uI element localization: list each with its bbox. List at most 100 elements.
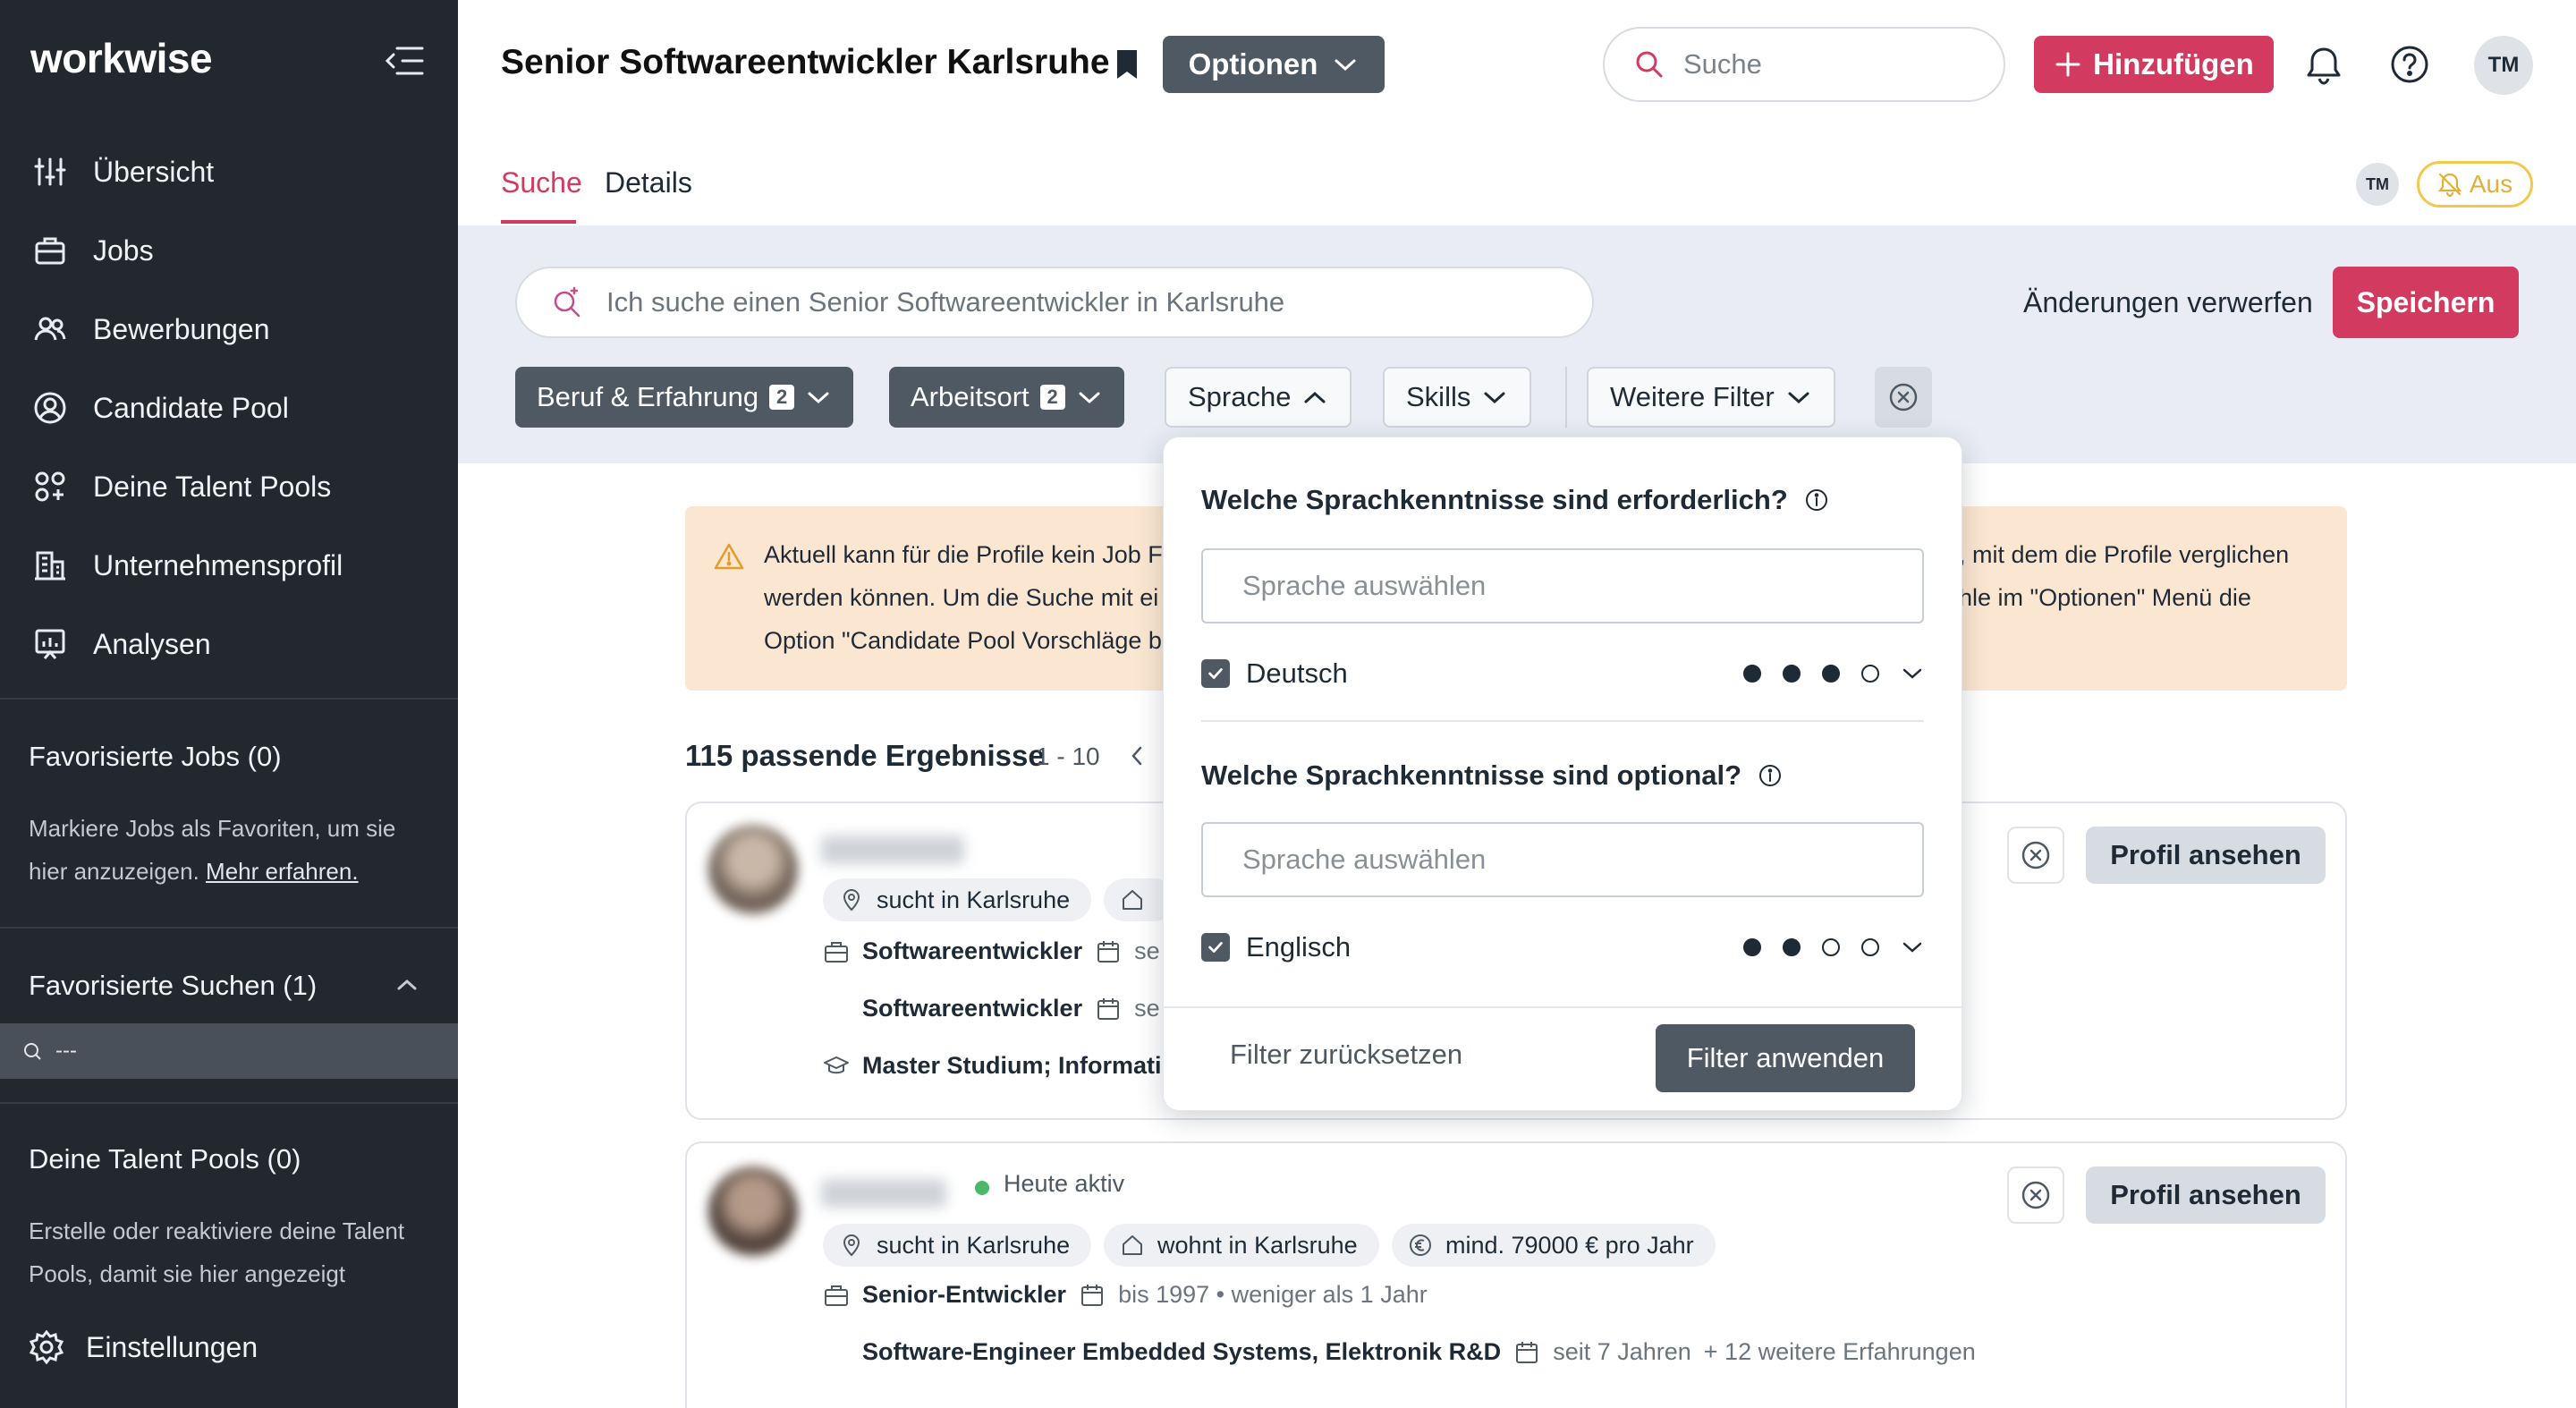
filter-weitere[interactable]: Weitere Filter	[1587, 367, 1835, 428]
home-icon	[1120, 887, 1145, 912]
options-label: Optionen	[1188, 47, 1318, 81]
plus-icon	[2054, 50, 2082, 79]
sidebar-nav: Übersicht Jobs Bewerbungen Candidate Poo…	[0, 132, 458, 683]
home-icon	[1120, 1233, 1145, 1258]
optional-language-level[interactable]	[1743, 938, 1924, 956]
optional-language-select[interactable]: Sprache auswählen	[1201, 822, 1924, 897]
filter-label: Weitere Filter	[1610, 381, 1775, 412]
dismiss-candidate-button[interactable]	[2007, 827, 2064, 884]
favorite-searches-title: Favorisierte Suchen (1)	[29, 970, 318, 1001]
required-language-checkbox[interactable]	[1201, 659, 1230, 688]
language-filter-dropdown: Welche Sprachkenntnisse sind erforderlic…	[1163, 437, 1963, 1111]
warning-text: Aktuell kann für die Profile kein Job F …	[764, 541, 1163, 654]
bookmark-icon[interactable]	[1114, 48, 1140, 81]
level-dot[interactable]	[1783, 938, 1801, 956]
options-button[interactable]: Optionen	[1163, 36, 1385, 93]
residence-pill: wohnt in Karlsruhe	[1104, 1224, 1379, 1267]
filter-arbeitsort[interactable]: Arbeitsort 2	[889, 367, 1124, 428]
level-dot[interactable]	[1861, 665, 1879, 683]
required-language-level[interactable]	[1743, 665, 1924, 683]
level-dot[interactable]	[1822, 665, 1840, 683]
add-button[interactable]: Hinzufügen	[2034, 36, 2274, 93]
sidebar-divider	[0, 698, 458, 700]
sliders-icon	[32, 154, 68, 190]
filter-divider	[1565, 367, 1567, 428]
learn-more-link[interactable]: Mehr erfahren.	[206, 858, 359, 885]
calendar-icon	[1095, 938, 1122, 965]
sidebar-item-label: Candidate Pool	[93, 391, 289, 424]
sidebar-item-label: Analysen	[93, 627, 211, 660]
required-language-item: Deutsch	[1201, 656, 1924, 691]
sidebar-item-unternehmensprofil[interactable]: Unternehmensprofil	[0, 526, 458, 605]
experience-duration: bis 1997 • weniger als 1 Jahr	[1118, 1281, 1428, 1308]
filter-panel	[458, 225, 2576, 463]
optional-language-name: Englisch	[1246, 931, 1352, 963]
sidebar: workwise Übersicht Jobs Bewerbungen Cand…	[0, 0, 458, 1408]
search-input[interactable]: Suche	[1603, 27, 2005, 102]
sparkle-search-icon	[549, 284, 585, 320]
required-language-placeholder: Sprache auswählen	[1242, 570, 1487, 601]
workwise-logo[interactable]: workwise	[30, 34, 213, 82]
view-profile-button[interactable]: Profil ansehen	[2086, 827, 2326, 884]
filter-count-badge: 2	[769, 385, 795, 410]
settings-button[interactable]: Einstellungen	[29, 1329, 258, 1365]
results-count: 115 passende Ergebnisse	[685, 739, 1045, 772]
filter-sprache[interactable]: Sprache	[1165, 367, 1352, 428]
sidebar-item-label: Deine Talent Pools	[93, 470, 332, 503]
saved-search-item[interactable]: ---	[0, 1023, 458, 1079]
view-profile-button[interactable]: Profil ansehen	[2086, 1166, 2326, 1224]
clear-filters-button[interactable]	[1875, 367, 1932, 428]
location-pill: sucht in Karlsruhe	[823, 1224, 1092, 1267]
talent-pools-title: Deine Talent Pools (0)	[29, 1143, 301, 1175]
tab-suche[interactable]: Suche	[501, 166, 582, 199]
tab-details[interactable]: Details	[605, 166, 692, 199]
apply-filter-button[interactable]: Filter anwenden	[1656, 1024, 1915, 1092]
user-avatar[interactable]: TM	[2474, 36, 2533, 95]
sidebar-item-candidate-pool[interactable]: Candidate Pool	[0, 369, 458, 447]
sidebar-item-bewerbungen[interactable]: Bewerbungen	[0, 290, 458, 369]
level-dot[interactable]	[1861, 938, 1879, 956]
required-language-select[interactable]: Sprache auswählen	[1201, 548, 1924, 623]
sidebar-item-uebersicht[interactable]: Übersicht	[0, 132, 458, 211]
close-circle-icon	[2021, 1180, 2051, 1210]
candidate-card[interactable]: Heute aktiv sucht in Karlsruhe wohnt in …	[685, 1141, 2347, 1408]
filter-skills[interactable]: Skills	[1383, 367, 1532, 428]
chevron-up-icon[interactable]	[394, 975, 420, 995]
required-language-name: Deutsch	[1246, 657, 1348, 689]
ai-search-input[interactable]: Ich suche einen Senior Softwareentwickle…	[515, 267, 1594, 338]
info-icon[interactable]	[1804, 488, 1829, 513]
optional-language-checkbox[interactable]	[1201, 933, 1230, 962]
experience-row: Softwareentwickler se	[862, 995, 1160, 1022]
filter-beruf-erfahrung[interactable]: Beruf & Erfahrung 2	[515, 367, 854, 428]
sidebar-item-label: Übersicht	[93, 155, 215, 188]
sidebar-item-analysen[interactable]: Analysen	[0, 605, 458, 683]
bell-icon[interactable]	[2304, 45, 2343, 86]
calendar-icon	[1095, 996, 1122, 1022]
experience-title: Softwareentwickler	[862, 937, 1083, 964]
talent-pools-hint: Erstelle oder reaktiviere deine Talent P…	[29, 1217, 405, 1287]
dismiss-candidate-button[interactable]	[2007, 1166, 2064, 1224]
save-button[interactable]: Speichern	[2333, 267, 2519, 338]
level-dot[interactable]	[1822, 938, 1840, 956]
help-icon[interactable]	[2390, 45, 2429, 84]
collaborator-avatar[interactable]: TM	[2356, 163, 2399, 206]
discard-changes-button[interactable]: Änderungen verwerfen	[2023, 286, 2313, 319]
collapse-sidebar-icon[interactable]	[383, 43, 426, 79]
location-text: sucht in Karlsruhe	[877, 1231, 1071, 1259]
sidebar-item-jobs[interactable]: Jobs	[0, 211, 458, 290]
user-circle-icon	[32, 390, 68, 426]
location-pill: sucht in Karlsruhe	[823, 878, 1092, 921]
required-languages-question: Welche Sprachkenntnisse sind erforderlic…	[1201, 484, 1829, 516]
chevron-down-icon	[1076, 387, 1103, 407]
reset-filter-button[interactable]: Filter zurücksetzen	[1230, 1039, 1462, 1071]
filter-label: Arbeitsort	[911, 381, 1030, 412]
info-icon[interactable]	[1758, 763, 1783, 788]
sidebar-item-label: Jobs	[93, 233, 154, 267]
level-dot[interactable]	[1783, 665, 1801, 683]
level-dot[interactable]	[1743, 938, 1761, 956]
chevron-left-icon[interactable]	[1129, 744, 1145, 768]
level-dot[interactable]	[1743, 665, 1761, 683]
notification-toggle[interactable]: Aus	[2417, 161, 2533, 208]
sidebar-item-talent-pools[interactable]: Deine Talent Pools	[0, 447, 458, 526]
favorite-jobs-hint: Markiere Jobs als Favoriten, um sie hier…	[29, 807, 422, 893]
